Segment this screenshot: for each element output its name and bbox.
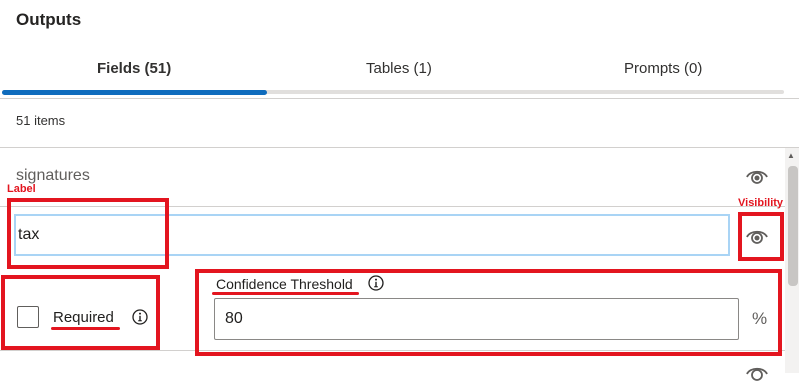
required-annotation-box: [1, 275, 160, 350]
list-divider: [0, 147, 799, 148]
scroll-up-arrow-icon[interactable]: ▲: [787, 151, 795, 160]
tab-tables[interactable]: Tables (1): [366, 60, 432, 77]
eye-icon[interactable]: [744, 360, 770, 386]
visibility-annotation-tag: Visibility: [738, 197, 784, 209]
tab-fields[interactable]: Fields (51): [97, 60, 171, 77]
item-count: 51 items: [16, 113, 66, 128]
panel-title: Outputs: [16, 10, 82, 29]
label-annotation-tag: Label: [7, 183, 36, 195]
tab-prompts[interactable]: Prompts (0): [624, 60, 702, 77]
required-underline: [51, 327, 120, 330]
label-annotation-box: [7, 198, 169, 269]
selected-tab-indicator: [2, 90, 267, 95]
confidence-underline: [212, 292, 359, 295]
confidence-annotation-box: [195, 269, 782, 356]
header-divider: [0, 98, 799, 99]
eye-icon[interactable]: [744, 163, 770, 189]
scrollbar-thumb[interactable]: [788, 166, 798, 286]
visibility-annotation-box: [738, 212, 784, 261]
